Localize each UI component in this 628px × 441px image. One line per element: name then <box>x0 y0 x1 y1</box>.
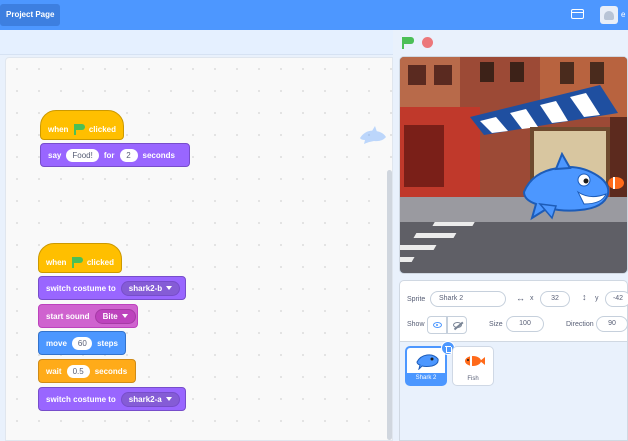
user-name[interactable]: e <box>621 10 625 19</box>
code-scrollbar[interactable] <box>387 170 392 440</box>
hide-sprite-button[interactable] <box>447 316 467 334</box>
dropdown-value: shark2-a <box>128 394 162 404</box>
sprite-list: Shark 2 Fish <box>399 341 628 441</box>
sprite-tile-fish[interactable]: Fish <box>452 346 494 386</box>
y-position-input[interactable]: -42 <box>605 291 628 307</box>
block-text: steps <box>97 338 118 348</box>
block-text: when <box>46 257 67 267</box>
block-text: clicked <box>88 124 116 134</box>
block-text: seconds <box>142 150 175 160</box>
chevron-down-icon <box>165 397 172 401</box>
say-for-seconds-block[interactable]: say Food! for 2 seconds <box>40 143 190 167</box>
say-message-input[interactable]: Food! <box>66 148 99 162</box>
costume-dropdown[interactable]: shark2-a <box>120 391 180 407</box>
block-text: start sound <box>46 311 90 321</box>
when-flag-clicked-block[interactable]: when clicked <box>38 243 122 273</box>
show-sprite-button[interactable] <box>427 316 447 334</box>
shark-sprite[interactable] <box>518 152 616 222</box>
block-text: seconds <box>94 366 128 376</box>
sprite-tile-label: Shark 2 <box>407 373 445 384</box>
stage-header <box>393 30 628 55</box>
project-page-button[interactable]: Project Page <box>0 4 61 26</box>
block-text: wait <box>46 366 62 376</box>
block-text: switch costume to <box>46 394 116 404</box>
when-flag-clicked-block[interactable]: when clicked <box>40 110 124 140</box>
block-text: clicked <box>86 257 114 267</box>
green-flag-icon[interactable] <box>402 37 416 49</box>
switch-costume-block[interactable]: switch costume to shark2-a <box>38 387 186 411</box>
say-seconds-input[interactable]: 2 <box>119 148 138 162</box>
wait-seconds-input[interactable]: 0.5 <box>66 364 90 378</box>
avatar[interactable] <box>600 6 618 24</box>
size-input[interactable]: 100 <box>506 316 544 332</box>
sprite-name-input[interactable]: Shark 2 <box>430 291 506 307</box>
fish-sprite[interactable] <box>606 175 626 191</box>
stop-icon[interactable] <box>422 37 433 48</box>
block-text: switch costume to <box>46 283 116 293</box>
block-text: for <box>103 150 115 160</box>
sprite-tile-label: Fish <box>467 376 479 382</box>
menu-bar: Project Page e <box>0 0 628 30</box>
wait-seconds-block[interactable]: wait 0.5 seconds <box>38 359 136 383</box>
x-position-input[interactable]: 32 <box>540 291 570 307</box>
block-text: when <box>48 124 69 134</box>
sprite-watermark-icon <box>360 126 386 144</box>
folder-icon[interactable] <box>570 9 584 19</box>
x-position-icon: ↔ <box>516 293 525 303</box>
shark-thumbnail-icon <box>416 354 439 370</box>
x-label: x <box>530 295 534 302</box>
block-text: say <box>48 150 62 160</box>
stage-canvas[interactable] <box>399 56 628 274</box>
move-steps-block[interactable]: move 60 steps <box>38 331 126 355</box>
eye-off-icon <box>452 322 462 328</box>
switch-costume-block[interactable]: switch costume to shark2-b <box>38 276 186 300</box>
fish-thumbnail-icon <box>465 356 485 366</box>
dropdown-value: Bite <box>102 311 118 321</box>
sprite-label: Sprite <box>407 296 426 303</box>
move-steps-input[interactable]: 60 <box>71 336 93 350</box>
show-label: Show <box>407 321 425 328</box>
dropdown-value: shark2-b <box>128 283 163 293</box>
green-flag-icon <box>71 257 84 268</box>
size-label: Size <box>489 321 503 328</box>
green-flag-icon <box>73 124 86 135</box>
sprite-tile-shark-2[interactable]: Shark 2 <box>405 341 455 386</box>
y-label: y <box>595 295 599 302</box>
y-position-icon: ↕ <box>582 292 587 302</box>
chevron-down-icon <box>166 286 173 290</box>
sound-dropdown[interactable]: Bite <box>94 308 136 324</box>
start-sound-block[interactable]: start sound Bite <box>38 304 138 328</box>
editor-tabs-strip <box>0 30 393 55</box>
direction-input[interactable]: 90 <box>596 316 628 332</box>
block-text: move <box>46 338 67 348</box>
eye-icon <box>432 322 442 328</box>
sprite-info-panel: Sprite Shark 2 ↔ x 32 ↕ y -42 Show Size … <box>399 280 628 342</box>
costume-dropdown[interactable]: shark2-b <box>120 280 181 296</box>
direction-label: Direction <box>566 321 594 328</box>
chevron-down-icon <box>121 314 128 318</box>
